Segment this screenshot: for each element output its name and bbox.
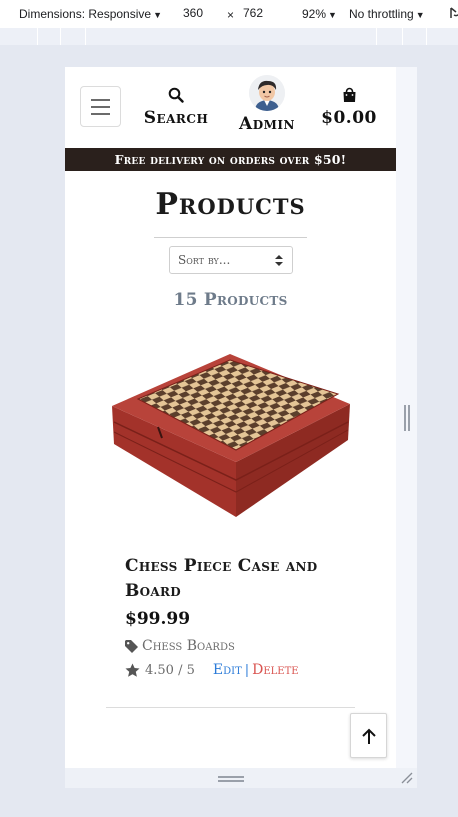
- rotate-icon[interactable]: [448, 6, 458, 20]
- product-category[interactable]: Chess Boards: [125, 638, 235, 654]
- caret-down-icon: ▼: [328, 10, 337, 20]
- product-count: 15 Products: [173, 290, 288, 310]
- arrow-up-icon: [362, 728, 376, 744]
- category-label: Chess Boards: [142, 638, 235, 654]
- rating-value: 4.50 / 5: [145, 662, 195, 678]
- star-icon: [125, 663, 140, 677]
- back-to-top-button[interactable]: [350, 713, 387, 758]
- caret-down-icon: ▼: [153, 10, 162, 20]
- link-separator: |: [244, 662, 250, 678]
- resize-handle-corner[interactable]: [400, 771, 414, 785]
- product-divider: [106, 707, 355, 708]
- search-link[interactable]: Search: [139, 87, 213, 127]
- search-icon: [168, 87, 184, 103]
- shopping-bag-icon: [343, 87, 355, 102]
- media-query-ruler: [0, 28, 458, 45]
- product-name[interactable]: Chess Piece Case and Board: [125, 554, 345, 604]
- product-rating-row: 4.50 / 5 Edit | Delete: [125, 662, 299, 678]
- sort-placeholder: Sort by...: [178, 253, 231, 267]
- account-link[interactable]: Admin: [233, 75, 301, 133]
- device-viewport: Search Admin $0.00 Free delivery on orde…: [65, 67, 396, 768]
- product-price: $99.99: [125, 609, 191, 629]
- page-title: Products: [155, 187, 306, 222]
- delete-link[interactable]: Delete: [252, 662, 298, 678]
- times-sign: ×: [227, 8, 235, 22]
- delivery-banner: Free delivery on orders over $50!: [65, 148, 396, 171]
- width-input[interactable]: 360: [178, 5, 223, 22]
- throttling-dropdown[interactable]: No throttling ▼: [349, 7, 425, 21]
- search-label: Search: [143, 108, 209, 128]
- resize-handle-right[interactable]: [404, 405, 410, 431]
- edit-link[interactable]: Edit: [213, 662, 242, 678]
- resize-handle-bottom[interactable]: [218, 776, 244, 782]
- caret-down-icon: ▼: [415, 10, 425, 20]
- dimensions-dropdown[interactable]: Dimensions: Responsive ▼: [19, 7, 162, 21]
- devtools-toolbar: Dimensions: Responsive ▼ 360 × 762 92% ▼ N…: [0, 0, 458, 28]
- throttling-label: No throttling: [349, 7, 414, 21]
- sort-select[interactable]: Sort by...: [169, 246, 293, 274]
- zoom-label: 92%: [302, 7, 327, 21]
- height-input[interactable]: 762: [238, 5, 284, 22]
- dimensions-label: Dimensions: Responsive: [19, 7, 152, 21]
- product-image[interactable]: [110, 352, 352, 520]
- site-header: Search Admin $0.00: [65, 67, 396, 148]
- avatar: [249, 75, 285, 111]
- title-divider: [154, 237, 307, 238]
- zoom-dropdown[interactable]: 92% ▼: [302, 7, 337, 21]
- admin-label: Admin: [239, 114, 295, 134]
- cart-link[interactable]: $0.00: [319, 87, 379, 127]
- sort-arrows-icon: [275, 255, 283, 266]
- menu-button[interactable]: [80, 86, 121, 127]
- tag-icon: [125, 639, 138, 653]
- cart-total: $0.00: [321, 108, 377, 128]
